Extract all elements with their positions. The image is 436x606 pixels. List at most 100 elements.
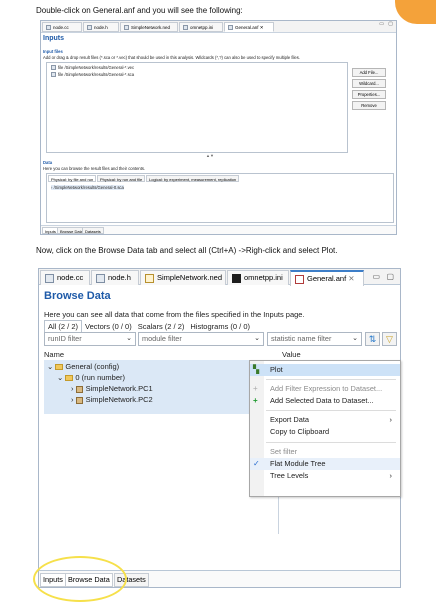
list-item[interactable]: file /SimpleNetwork/results/General-*.ve… bbox=[51, 65, 134, 71]
editor-tab-bar: node.cc node.h SimpleNetwork.ned omnetpp… bbox=[39, 269, 400, 286]
editor-tab-bar: node.cc node.h SimpleNetwork.ned omnetpp… bbox=[41, 21, 396, 33]
anf-file-icon bbox=[295, 274, 304, 284]
menu-item-set-filter[interactable]: Set filter bbox=[250, 446, 400, 458]
data-type-tabs: All (2 / 2) Vectors (0 / 0) Scalars (2 / 2… bbox=[44, 320, 253, 333]
file-icon bbox=[51, 72, 56, 78]
page-title: Browse Data bbox=[44, 290, 111, 302]
tab-physical-run-file[interactable]: Physical: by run and file bbox=[97, 175, 146, 182]
page-title: Inputs bbox=[43, 35, 64, 42]
context-menu: ▚ Plot + Add Filter Expression to Dataset.… bbox=[249, 360, 401, 497]
chevron-down-icon[interactable]: ⌄ bbox=[126, 333, 132, 345]
tab-scalars[interactable]: Scalars (2 / 2) bbox=[135, 321, 188, 332]
file-icon bbox=[51, 65, 56, 71]
ini-file-icon bbox=[232, 273, 241, 283]
wildcard-button[interactable]: Wildcard... bbox=[352, 79, 386, 88]
input-files-description: Add or drag & drop result files (*.sca o… bbox=[43, 55, 300, 60]
tab-vectors[interactable]: Vectors (0 / 0) bbox=[82, 321, 135, 332]
remove-button[interactable]: Remove bbox=[352, 101, 386, 110]
tree-row[interactable]: ⌄ 0 (run number) bbox=[57, 373, 125, 382]
tab-simplenetwork-ned[interactable]: SimpleNetwork.ned bbox=[120, 22, 178, 32]
filter-apply-icon[interactable]: ⇅ bbox=[365, 332, 380, 346]
properties-button[interactable]: Properties... bbox=[352, 90, 386, 99]
intro-text: Double-click on General.anf and you will… bbox=[36, 6, 243, 15]
corner-decoration bbox=[395, 0, 436, 24]
instruction-text: Now, click on the Browse Data tab and se… bbox=[36, 246, 338, 255]
menu-item-plot[interactable]: ▚ Plot bbox=[250, 364, 400, 376]
module-icon bbox=[75, 385, 83, 393]
chevron-down-icon[interactable]: ⌄ bbox=[57, 373, 63, 382]
add-file-button[interactable]: Add File... bbox=[352, 68, 386, 77]
ned-file-icon bbox=[145, 273, 154, 283]
tab-logical[interactable]: Logical: by experiment, measurement, rep… bbox=[146, 175, 240, 182]
list-item[interactable]: file /SimpleNetwork/results/General-*.sc… bbox=[51, 72, 134, 78]
module-icon bbox=[75, 396, 83, 404]
close-icon[interactable]: ✕ bbox=[348, 274, 354, 283]
chevron-right-icon: › bbox=[389, 471, 392, 480]
column-header-name[interactable]: Name bbox=[44, 350, 64, 359]
tab-datasets[interactable]: Datasets bbox=[82, 227, 104, 234]
run-filter[interactable]: runID filter ⌄ bbox=[44, 332, 136, 346]
close-icon[interactable]: ✕ bbox=[260, 25, 264, 30]
browse-data-editor-screenshot: node.cc node.h SimpleNetwork.ned omnetpp… bbox=[38, 268, 401, 588]
check-icon: ✓ bbox=[253, 459, 260, 468]
file-icon bbox=[45, 273, 54, 283]
file-icon bbox=[87, 25, 92, 31]
folder-icon bbox=[55, 364, 64, 371]
maximize-icon[interactable]: ▢ bbox=[386, 272, 394, 281]
menu-item-copy-clipboard[interactable]: Copy to Clipboard bbox=[250, 426, 400, 438]
tree-row[interactable]: › SimpleNetwork.PC1 bbox=[71, 384, 153, 393]
tab-omnetpp-ini[interactable]: omnetpp.ini bbox=[227, 270, 289, 285]
chevron-right-icon[interactable]: › bbox=[71, 384, 74, 393]
file-icon bbox=[46, 25, 51, 31]
maximize-icon[interactable]: ▢ bbox=[388, 21, 393, 27]
tab-node-h[interactable]: node.h bbox=[91, 270, 139, 285]
minimize-icon[interactable]: ▭ bbox=[379, 21, 384, 27]
tab-histograms[interactable]: Histograms (0 / 0) bbox=[187, 321, 253, 332]
data-panel: Physical: by file and run Physical: by r… bbox=[46, 173, 394, 223]
funnel-icon[interactable]: ▽ bbox=[382, 332, 397, 346]
tree-row[interactable]: ⌄ General (config) bbox=[47, 362, 119, 371]
tab-omnetpp-ini[interactable]: omnetpp.ini bbox=[179, 22, 223, 32]
chevron-right-icon: › bbox=[389, 415, 392, 424]
tree-row[interactable]: › /SimpleNetwork/results/General-0.sca bbox=[51, 185, 124, 190]
tab-node-h[interactable]: node.h bbox=[83, 22, 119, 32]
tree-row[interactable]: › SimpleNetwork.PC2 bbox=[71, 395, 153, 404]
menu-item-add-selected[interactable]: + Add Selected Data to Dataset... bbox=[250, 395, 400, 407]
ned-file-icon bbox=[124, 25, 129, 31]
ini-file-icon bbox=[183, 25, 188, 31]
module-filter[interactable]: module filter ⌄ bbox=[138, 332, 264, 346]
tab-node-cc[interactable]: node.cc bbox=[42, 22, 82, 32]
chevron-down-icon[interactable]: ⌄ bbox=[352, 333, 358, 345]
page-description: Here you can see all data that come from… bbox=[44, 310, 305, 319]
menu-separator bbox=[266, 410, 396, 411]
plus-icon: + bbox=[253, 396, 258, 405]
menu-separator bbox=[266, 442, 396, 443]
menu-separator bbox=[266, 379, 396, 380]
menu-item-add-filter[interactable]: + Add Filter Expression to Dataset... bbox=[250, 383, 400, 395]
statistic-filter[interactable]: statistic name filter ⌄ bbox=[267, 332, 362, 346]
tab-general-anf[interactable]: General.anf ✕ bbox=[224, 22, 274, 32]
tab-general-anf[interactable]: General.anf ✕ bbox=[290, 270, 364, 286]
plus-icon: + bbox=[253, 384, 258, 393]
column-header-value[interactable]: Value bbox=[282, 350, 301, 359]
menu-item-export-data[interactable]: Export Data › bbox=[250, 414, 400, 426]
tab-physical-file-run[interactable]: Physical: by file and run bbox=[48, 175, 97, 182]
menu-item-flat-module-tree[interactable]: ✓ Flat Module Tree bbox=[250, 458, 400, 470]
data-description: Here you can browse the result files and… bbox=[43, 166, 146, 171]
chart-icon: ▚ bbox=[253, 365, 260, 374]
anf-file-icon bbox=[228, 25, 233, 31]
chevron-down-icon[interactable]: ⌄ bbox=[254, 333, 260, 345]
sash-handle-icon[interactable]: ▲▼ bbox=[206, 153, 214, 158]
folder-icon bbox=[65, 375, 74, 382]
bottom-tab-bar: Inputs Browse Data Datasets bbox=[41, 225, 396, 234]
data-heading: Data bbox=[43, 160, 53, 165]
highlight-circle bbox=[33, 556, 127, 602]
input-files-heading: Input files bbox=[43, 49, 63, 54]
chevron-right-icon[interactable]: › bbox=[71, 395, 74, 404]
chevron-down-icon[interactable]: ⌄ bbox=[47, 362, 53, 371]
tab-simplenetwork-ned[interactable]: SimpleNetwork.ned bbox=[140, 270, 226, 285]
minimize-icon[interactable]: ▭ bbox=[372, 272, 380, 281]
tab-node-cc[interactable]: node.cc bbox=[40, 270, 90, 285]
input-files-list[interactable]: file /SimpleNetwork/results/General-*.ve… bbox=[46, 62, 348, 153]
menu-item-tree-levels[interactable]: Tree Levels › bbox=[250, 470, 400, 482]
